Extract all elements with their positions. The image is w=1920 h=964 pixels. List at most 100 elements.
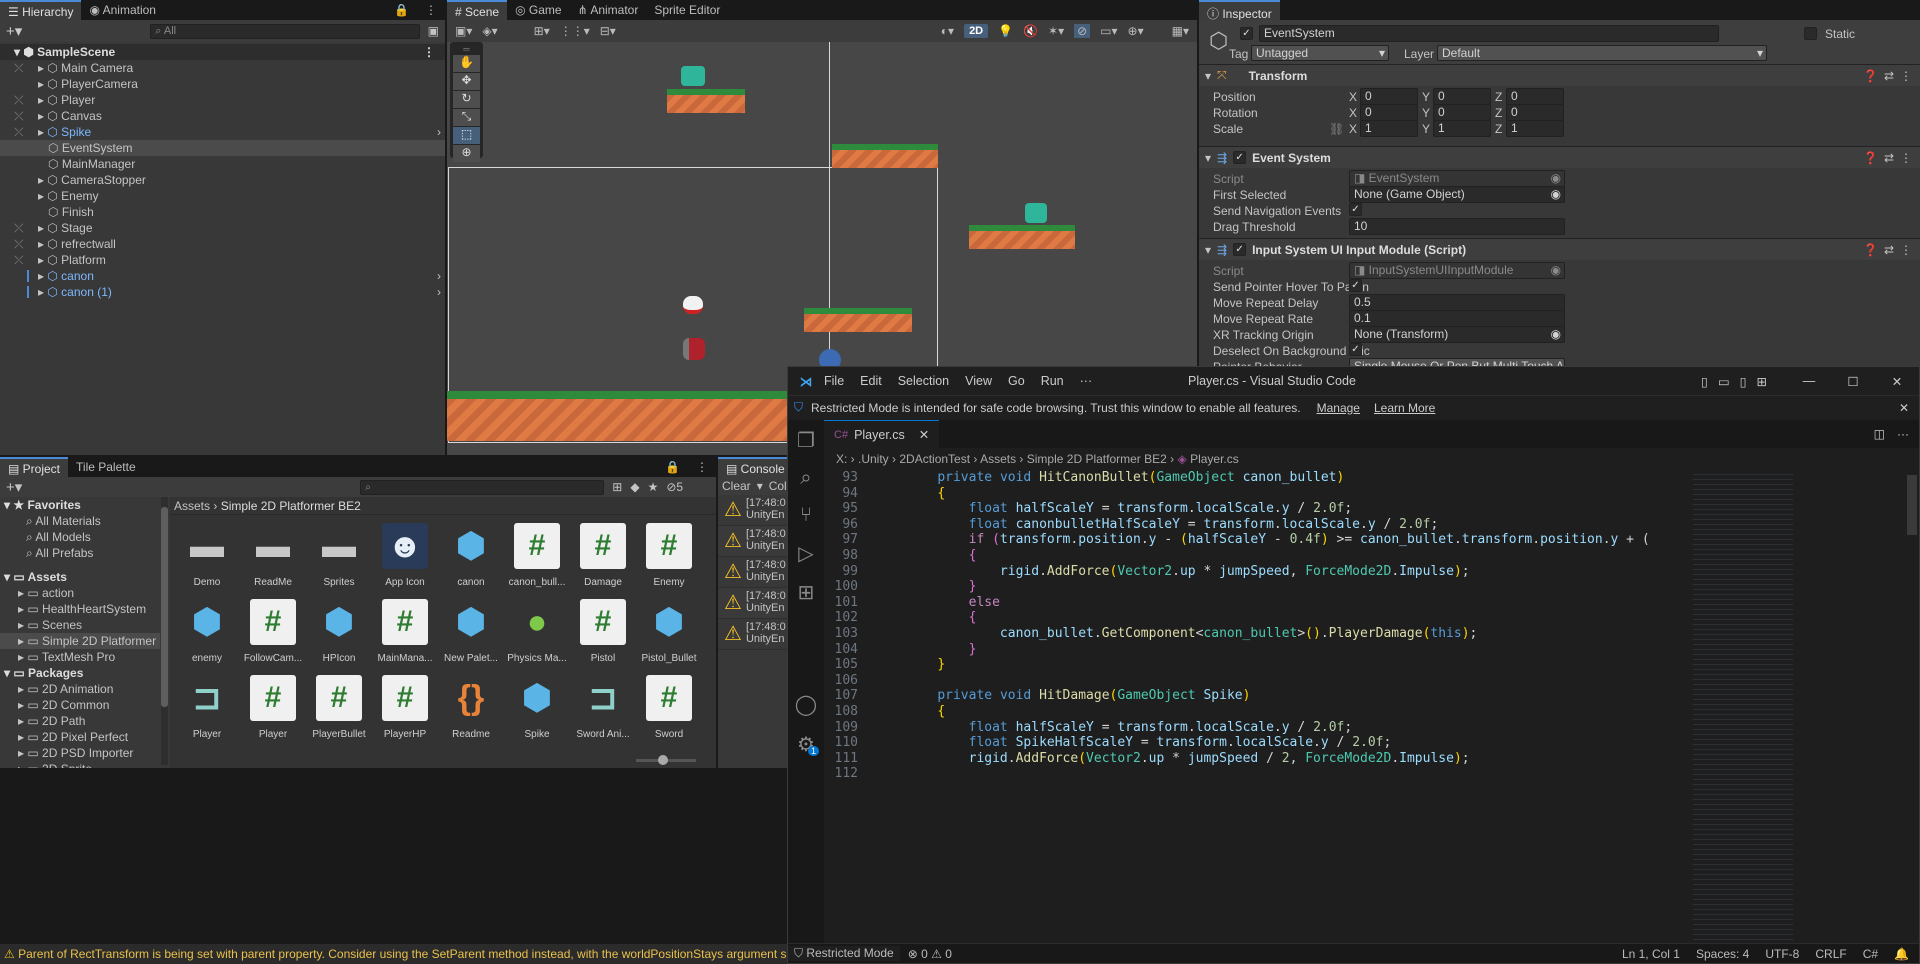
tree-item[interactable]: ▸ ▭ Scenes bbox=[0, 617, 160, 633]
filter-label-icon[interactable]: ◆ bbox=[630, 480, 639, 494]
run-debug-icon[interactable]: ▷ bbox=[788, 541, 824, 566]
expand-arrow-icon[interactable]: ▸ bbox=[38, 125, 47, 139]
expand-arrow-icon[interactable]: ▸ bbox=[38, 61, 47, 75]
add-icon[interactable]: +▾ bbox=[6, 478, 22, 496]
tab-animation[interactable]: ◉ Animation bbox=[81, 0, 164, 20]
camera-icon[interactable]: ▭▾ bbox=[1100, 24, 1117, 38]
more-icon[interactable]: ⋮ bbox=[1900, 243, 1912, 257]
axis-z-label[interactable]: Z bbox=[1495, 90, 1502, 104]
active-checkbox[interactable]: ✓ bbox=[1240, 27, 1253, 40]
enemy-sprite[interactable] bbox=[681, 66, 705, 86]
menu-item[interactable]: ··· bbox=[1080, 374, 1093, 388]
transform-all-tool-icon[interactable]: ⊕ bbox=[453, 145, 480, 162]
chevron-right-icon[interactable]: › bbox=[437, 284, 441, 300]
tab-hierarchy[interactable]: ☰ Hierarchy bbox=[0, 0, 82, 20]
asset-item[interactable]: ⊐ Player bbox=[176, 673, 238, 747]
asset-item[interactable]: # PlayerBullet bbox=[308, 673, 370, 747]
axis-z-label[interactable]: Z bbox=[1495, 106, 1502, 120]
asset-item[interactable]: ● Physics Ma... bbox=[506, 597, 568, 671]
console-entry[interactable]: ⚠ [17:48:0 UnityEn bbox=[718, 588, 788, 619]
close-banner-icon[interactable]: ✕ bbox=[1899, 401, 1909, 415]
encoding[interactable]: UTF-8 bbox=[1765, 947, 1799, 961]
asset-item[interactable]: # Sword bbox=[638, 673, 700, 747]
target-icon[interactable]: ◉ bbox=[1551, 187, 1561, 202]
expand-arrow-icon[interactable]: ▸ bbox=[38, 237, 47, 251]
preset-icon[interactable]: ⇄ bbox=[1884, 151, 1894, 165]
axis-y-label[interactable]: Y bbox=[1422, 90, 1430, 104]
axis-z-label[interactable]: Z bbox=[1495, 122, 1502, 136]
snap-increment-icon[interactable]: ⋮⋮▾ bbox=[560, 24, 590, 38]
more-icon[interactable]: ⋮ bbox=[423, 44, 435, 60]
asset-item[interactable]: ⬢ canon bbox=[440, 521, 502, 595]
target-icon[interactable]: ◉ bbox=[1551, 263, 1561, 278]
player-sprite[interactable] bbox=[683, 296, 703, 314]
more-icon[interactable]: ⋮ bbox=[1900, 151, 1912, 165]
problems-status[interactable]: ⊗ 0 ⚠ 0 bbox=[908, 947, 952, 961]
expand-arrow-icon[interactable]: ▸ bbox=[18, 762, 27, 768]
maximize-icon[interactable]: ☐ bbox=[1831, 374, 1875, 389]
tree-item[interactable]: ▸ ▭ 2D Pixel Perfect bbox=[0, 729, 160, 745]
asset-item[interactable]: {} Readme bbox=[440, 673, 502, 747]
toggle-panel-icon[interactable]: ▭ bbox=[1718, 374, 1730, 389]
restricted-mode-status[interactable]: ⛉ Restricted Mode bbox=[788, 946, 900, 961]
rotation-x-field[interactable]: 0 bbox=[1360, 104, 1418, 121]
tab-inspector[interactable]: ⓘ Inspector bbox=[1199, 0, 1280, 21]
preset-icon[interactable]: ⇄ bbox=[1884, 69, 1894, 83]
tab-sprite-editor[interactable]: Sprite Editor bbox=[646, 0, 728, 20]
menu-item[interactable]: View bbox=[965, 374, 992, 388]
cube-icon[interactable]: ◈▾ bbox=[482, 24, 497, 38]
hierarchy-item[interactable]: ▸ ⬡ refrectwall ⤫ bbox=[0, 236, 445, 252]
platform[interactable] bbox=[969, 225, 1075, 249]
console-entry[interactable]: ⚠ [17:48:0 UnityEn bbox=[718, 495, 788, 526]
code-editor[interactable]: 93 94 95 96 97 98 99 100 101 102 103 104 105 106 107 10… bbox=[824, 470, 1684, 944]
position-y-field[interactable]: 0 bbox=[1433, 88, 1491, 105]
hierarchy-item[interactable]: ⬡ MainManager bbox=[0, 156, 445, 172]
expand-arrow-icon[interactable]: ▸ bbox=[18, 634, 27, 648]
crumb-file[interactable]: Player.cs bbox=[1190, 452, 1239, 466]
tree-item[interactable]: ⌕ All Prefabs bbox=[0, 545, 160, 561]
asset-item[interactable]: ⊐ Sword Ani... bbox=[572, 673, 634, 747]
toggle-sidebar-icon[interactable]: ▯ bbox=[1701, 374, 1708, 389]
tab-console[interactable]: ▤ Console bbox=[718, 457, 788, 477]
repeat-rate-field[interactable]: 0.1 bbox=[1349, 310, 1565, 327]
crumb-assets[interactable]: Assets bbox=[980, 452, 1016, 466]
expand-arrow-icon[interactable]: ▸ bbox=[38, 221, 47, 235]
split-editor-icon[interactable]: ◫ bbox=[1874, 427, 1885, 441]
editor-scrollbar[interactable] bbox=[1907, 470, 1917, 944]
lock-icon[interactable]: 🔒 bbox=[386, 0, 417, 20]
input-module-enabled-checkbox[interactable]: ✓ bbox=[1233, 243, 1247, 256]
asset-item[interactable]: # Pistol bbox=[572, 597, 634, 671]
scene-visibility-icon[interactable]: ▣ bbox=[428, 24, 439, 38]
hierarchy-item[interactable]: ▸ ⬡ CameraStopper bbox=[0, 172, 445, 188]
expand-arrow-icon[interactable] bbox=[38, 205, 48, 219]
crumb-folder[interactable]: Simple 2D Platformer BE2 bbox=[1027, 452, 1167, 466]
tree-item[interactable]: ▸ ▭ 2D Sprite bbox=[0, 761, 160, 768]
asset-item[interactable]: # Player bbox=[242, 673, 304, 747]
unity-statusbar[interactable]: ⚠ Parent of RectTransform is being set w… bbox=[0, 944, 787, 964]
editor-tab-player-cs[interactable]: C# Player.cs ✕ bbox=[824, 420, 940, 448]
canon-sprite[interactable] bbox=[683, 338, 705, 360]
visibility-hidden-icon[interactable]: ⤫ bbox=[14, 92, 24, 108]
tab-project[interactable]: ▤ Project bbox=[0, 457, 69, 477]
console-entry[interactable]: ⚠ [17:48:0 UnityEn bbox=[718, 619, 788, 650]
hand-tool-icon[interactable]: ✋ bbox=[453, 55, 480, 72]
chevron-right-icon[interactable]: › bbox=[437, 268, 441, 284]
mode-2d-button[interactable]: 2D bbox=[964, 24, 989, 38]
axis-x-label[interactable]: X bbox=[1349, 90, 1357, 104]
position-x-field[interactable]: 0 bbox=[1360, 88, 1418, 105]
tree-item[interactable]: ▸ ▭ 2D Path bbox=[0, 713, 160, 729]
scale-tool-icon[interactable]: ⤡ bbox=[453, 109, 480, 126]
asset-item[interactable]: ☻ App Icon bbox=[374, 521, 436, 595]
scale-y-field[interactable]: 1 bbox=[1433, 120, 1491, 137]
source-control-icon[interactable]: ⑂ bbox=[788, 504, 824, 527]
asset-item[interactable]: ▬ Sprites bbox=[308, 521, 370, 595]
transform-tool-icon[interactable]: ▣▾ bbox=[455, 24, 472, 38]
object-name-field[interactable]: EventSystem bbox=[1259, 25, 1719, 42]
scale-x-field[interactable]: 1 bbox=[1360, 120, 1418, 137]
asset-item[interactable]: ▬ Demo bbox=[176, 521, 238, 595]
visibility-hidden-icon[interactable]: ⤫ bbox=[14, 108, 24, 124]
axis-x-label[interactable]: X bbox=[1349, 122, 1357, 136]
learn-more-link[interactable]: Learn More bbox=[1374, 401, 1435, 415]
constrain-proportions-icon[interactable]: ⛓ bbox=[1329, 122, 1344, 136]
hidden-objects-icon[interactable]: ⊘ bbox=[1074, 24, 1091, 38]
